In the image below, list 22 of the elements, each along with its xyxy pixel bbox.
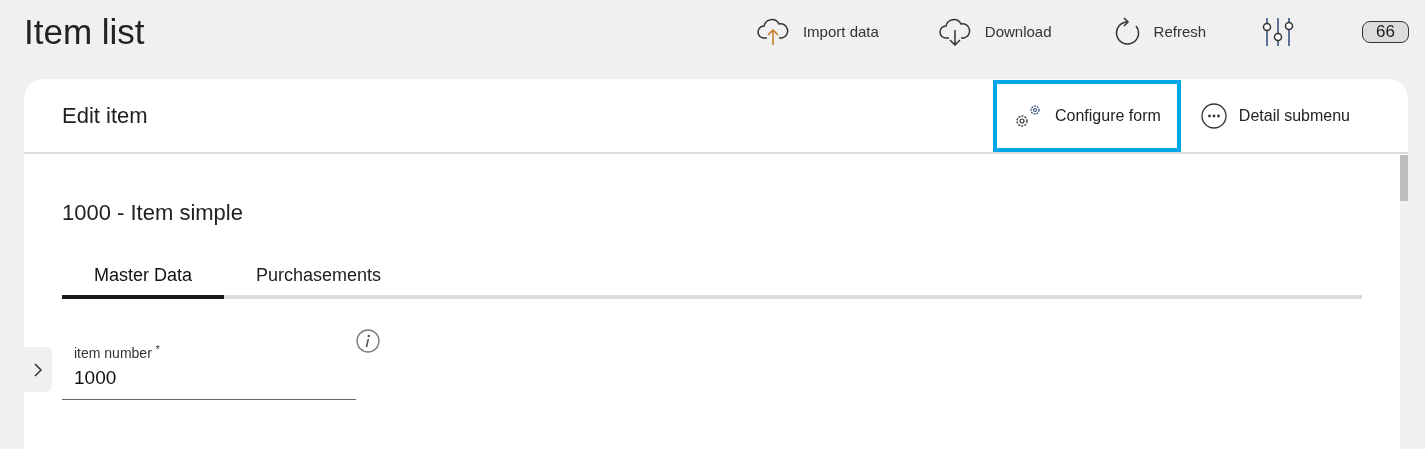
cloud-download-icon bbox=[938, 18, 971, 46]
detail-submenu-button[interactable]: Detail submenu bbox=[1180, 79, 1370, 152]
card-title: Edit item bbox=[62, 102, 148, 130]
scrollbar[interactable] bbox=[1400, 155, 1408, 449]
cloud-upload-icon bbox=[756, 18, 789, 46]
info-icon[interactable] bbox=[356, 329, 380, 353]
more-icon bbox=[1200, 102, 1227, 129]
tab[interactable]: Master Data bbox=[62, 255, 225, 299]
page-title: Item list bbox=[24, 10, 145, 53]
count-badge: 66 bbox=[1362, 21, 1409, 43]
sliders-icon bbox=[1262, 17, 1295, 47]
upload-button[interactable]: Import data bbox=[756, 18, 879, 46]
field-label: item number $^{*}$ bbox=[74, 343, 161, 363]
input-field[interactable]: 1000 bbox=[74, 364, 344, 393]
configure-form-button[interactable]: Configure form bbox=[993, 79, 1181, 152]
tab[interactable]: Purchasements bbox=[224, 255, 414, 299]
filters-button[interactable] bbox=[1262, 17, 1295, 47]
chevron-right-icon bbox=[33, 361, 43, 378]
refresh-button[interactable]: Refresh bbox=[1111, 17, 1207, 47]
side-panel-toggle[interactable] bbox=[24, 347, 52, 392]
download-button[interactable]: Download bbox=[938, 18, 1052, 46]
record-title: 1000 - Item simple bbox=[62, 199, 244, 227]
